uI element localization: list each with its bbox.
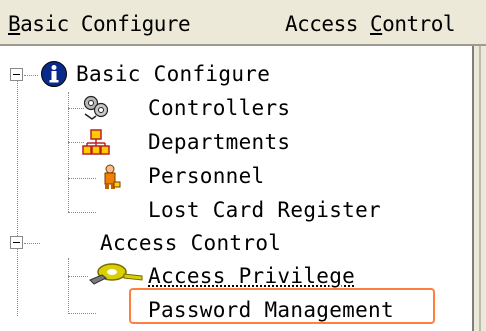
tree-connector-basic <box>68 92 69 212</box>
controllers-icon <box>82 94 110 125</box>
info-icon <box>40 60 68 93</box>
tree-node-access-privilege[interactable]: Access Privilege <box>148 262 355 290</box>
menu-access-control-mnemonic: C <box>370 12 383 36</box>
menu-basic-configure-label: asic Configure <box>20 12 191 36</box>
collapse-access-control-button[interactable] <box>10 236 23 249</box>
tree-node-password-management[interactable]: Password Management <box>148 296 394 324</box>
tree-node-personnel[interactable]: Personnel <box>148 162 265 190</box>
tree-connector-root <box>17 76 18 316</box>
menu-basic-configure[interactable]: Basic Configure <box>8 11 191 37</box>
tree-connector-access <box>68 258 69 314</box>
collapse-basic-configure-button[interactable] <box>10 68 23 81</box>
tree-node-lost-card-register[interactable]: Lost Card Register <box>148 196 381 224</box>
menu-basic-configure-mnemonic: B <box>8 12 21 36</box>
person-icon <box>100 164 122 195</box>
tree-connector-h <box>68 276 88 277</box>
key-icon <box>88 262 144 291</box>
menu-access-control-label: ontrol <box>382 12 456 36</box>
menu-access-control[interactable]: Access Control <box>285 11 456 37</box>
tree-node-basic-configure[interactable]: Basic Configure <box>76 60 270 88</box>
departments-icon <box>82 128 110 161</box>
tree-connector-h <box>24 75 38 76</box>
tree-connector-h <box>68 212 96 213</box>
tree-node-access-control[interactable]: Access Control <box>100 229 281 257</box>
tree-connector-h <box>24 243 40 244</box>
tree-connector-h <box>68 313 96 314</box>
menu-bar: Basic Configure Access Control <box>0 0 486 46</box>
tree-node-controllers[interactable]: Controllers <box>148 94 290 122</box>
tree-node-departments[interactable]: Departments <box>148 128 290 156</box>
menu-access-control-label-start: Access <box>285 12 371 36</box>
vertical-scrollbar[interactable] <box>472 46 486 331</box>
tree-connector-h <box>68 178 96 179</box>
